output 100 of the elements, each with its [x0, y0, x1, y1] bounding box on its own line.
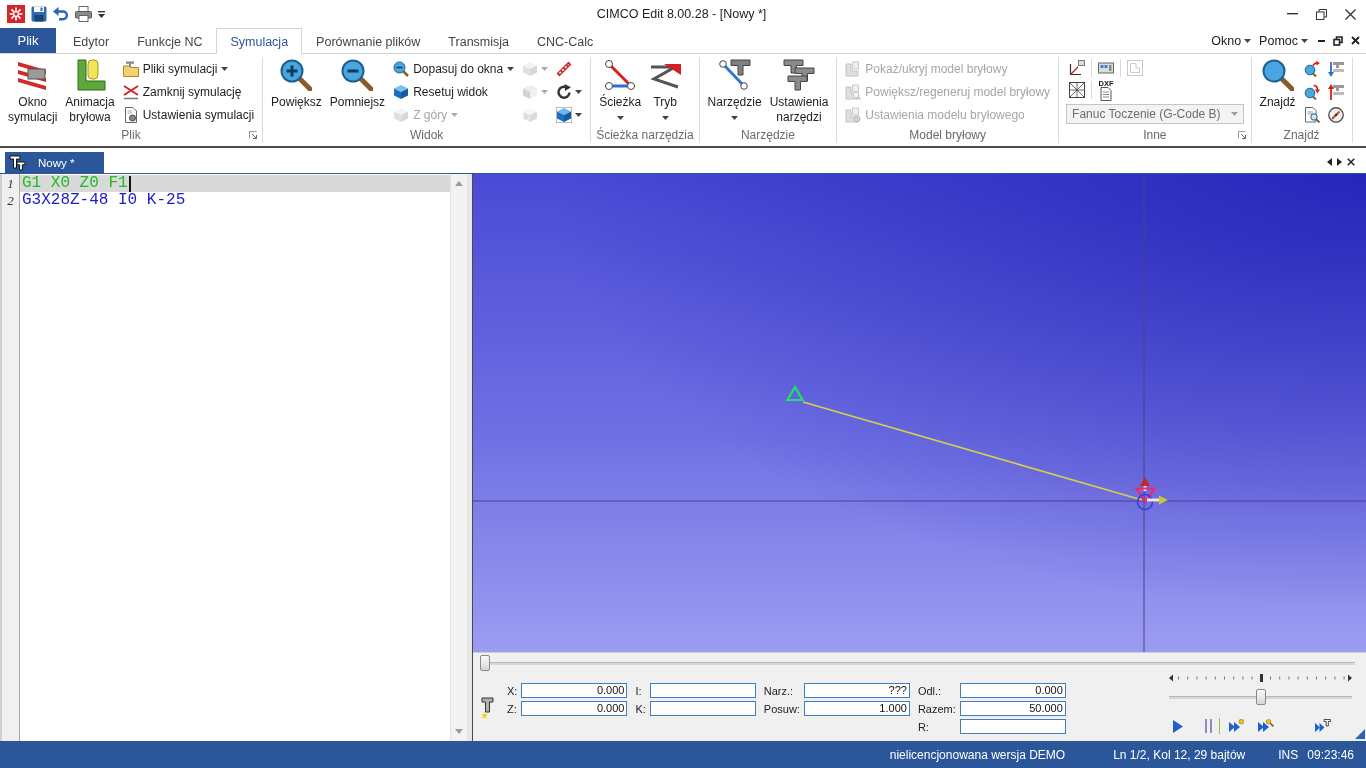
file-menu-button[interactable]: Plik	[0, 28, 56, 53]
zoom-in-icon	[280, 59, 313, 91]
ribbon-button[interactable]: Ustawienia narzędzi	[766, 57, 832, 125]
pause-icon[interactable]	[1205, 719, 1212, 733]
insert-mode: INS	[1278, 747, 1299, 762]
machine-icon[interactable]	[1098, 60, 1115, 76]
axes-icon[interactable]	[1069, 60, 1086, 76]
menu-button[interactable]: Pomoc	[1259, 33, 1308, 48]
group-label: Inne	[1143, 128, 1167, 142]
resize-grip-icon[interactable]	[1355, 729, 1365, 739]
step-forward-icon[interactable]	[1229, 719, 1244, 733]
slider-thumb[interactable]	[480, 655, 490, 671]
caret-icon	[541, 66, 549, 71]
group-label: Widok	[409, 128, 444, 142]
search-previous-icon[interactable]	[1303, 83, 1320, 100]
app-logo-icon[interactable]	[7, 5, 25, 23]
field-label: I:	[635, 684, 643, 697]
play-icon[interactable]	[1173, 719, 1183, 733]
group-label: Znajdź	[1283, 128, 1320, 142]
ribbon-tab[interactable]: Symulacja	[216, 28, 303, 54]
license-status: nielicencjonowana wersja DEMO	[889, 747, 1066, 762]
caret-icon	[1230, 112, 1238, 116]
ribbon-button[interactable]: Narzędzie	[704, 57, 765, 120]
tools-icon	[782, 59, 815, 91]
toolpath-icon	[604, 59, 637, 91]
search-next-icon[interactable]	[1303, 60, 1320, 77]
ribbon-button[interactable]: Animacja bryłowa	[62, 57, 118, 125]
caret-icon	[541, 89, 549, 94]
zoom-out-icon	[341, 59, 374, 91]
ribbon-button[interactable]: Resetuj widok	[390, 80, 518, 103]
group-label: Model bryłowy	[909, 128, 987, 142]
document-icon	[1098, 86, 1115, 101]
restore-icon[interactable]	[1316, 8, 1327, 20]
field-label: Z:	[507, 702, 518, 715]
group-label: Plik	[121, 128, 141, 142]
document-gear-icon	[122, 106, 139, 123]
menu-button[interactable]: Okno	[1211, 33, 1252, 48]
zoom-fit-icon	[393, 60, 410, 77]
speed-slider[interactable]	[1169, 689, 1352, 705]
caret-icon[interactable]	[98, 10, 105, 18]
simulation-viewport[interactable]	[473, 174, 1366, 652]
restore-icon[interactable]	[1333, 35, 1343, 46]
folder-icon	[122, 60, 139, 77]
ribbon-button[interactable]: Pomniejsz	[326, 57, 389, 110]
ribbon-button[interactable]: Powiększ	[268, 57, 325, 110]
ribbon-button[interactable]: Okno symulacji	[5, 57, 61, 125]
ribbon-tab[interactable]: CNC-Calc	[523, 28, 608, 54]
close-icon[interactable]	[1347, 157, 1355, 166]
readout-field: 50.000	[959, 701, 1066, 716]
crossed-grid-icon[interactable]	[1069, 82, 1086, 98]
group-label: Ścieżka narzędzia	[596, 128, 694, 142]
scroll-left-icon[interactable]	[1327, 157, 1332, 166]
printer-icon[interactable]	[75, 6, 92, 22]
document-tab[interactable]: Nowy *	[5, 152, 104, 173]
bookmark-down-icon[interactable]	[1327, 60, 1344, 77]
close-icon[interactable]	[1345, 8, 1356, 20]
ribbon-button[interactable]: Tryb	[646, 57, 685, 120]
undo-icon[interactable]	[53, 7, 69, 21]
ribbon-button[interactable]: Pliki symulacji	[119, 57, 258, 80]
triangle-marker-icon	[785, 384, 805, 402]
timeline-slider[interactable]	[480, 655, 1355, 671]
tool-marker-icon	[1134, 477, 1168, 511]
code-text: G1 X0 Z0 F1	[22, 175, 128, 192]
minimize-icon[interactable]	[1318, 39, 1325, 42]
save-icon[interactable]	[31, 6, 47, 22]
scroll-right-icon[interactable]	[1337, 157, 1342, 166]
document-search-icon[interactable]	[1303, 106, 1320, 123]
ribbon-button[interactable]: Dopasuj do okna	[390, 57, 518, 80]
caret-icon	[575, 112, 583, 117]
tool-icon	[718, 59, 751, 91]
ruler-icon[interactable]	[556, 60, 573, 77]
readout-field: ???	[803, 683, 910, 698]
code-text: G3X28Z-48 I0 K-25	[22, 192, 186, 209]
ribbon-tab[interactable]: Transmisja	[434, 28, 523, 54]
slider-thumb[interactable]	[1255, 689, 1266, 705]
ribbon-button[interactable]: Ścieżka	[596, 57, 645, 120]
fast-forward-icon[interactable]	[1315, 719, 1331, 733]
minimize-icon[interactable]	[1287, 13, 1298, 15]
close-icon[interactable]	[1351, 36, 1360, 45]
cube-icon	[556, 106, 573, 123]
dialog-launcher-icon[interactable]	[1237, 131, 1246, 139]
ribbon-tab[interactable]: Funkcje NC	[123, 28, 217, 54]
bookmark-up-icon[interactable]	[1327, 83, 1344, 100]
step-search-icon[interactable]	[1258, 719, 1274, 733]
dialog-launcher-icon[interactable]	[249, 131, 258, 139]
cursor-position: Ln 1/2, Kol 12, 29 bajtów	[1113, 747, 1246, 762]
ribbon-tab[interactable]: Porównanie plików	[302, 28, 435, 54]
ribbon-button[interactable]: Ustawienia symulacji	[119, 103, 258, 126]
cube-icon	[522, 60, 539, 77]
ribbon-tab[interactable]: Edytor	[59, 28, 124, 54]
field-label: Odl.:	[917, 684, 943, 697]
gauge-icon[interactable]	[1327, 106, 1344, 123]
rotate-icon	[556, 83, 573, 100]
ribbon-button[interactable]: Znajdź	[1256, 57, 1299, 110]
readout-field: 0.000	[521, 701, 628, 716]
search-icon	[1261, 59, 1294, 91]
field-label: R:	[917, 720, 930, 733]
solid-model-icon	[845, 60, 862, 77]
caret-icon	[451, 112, 459, 117]
ribbon-button[interactable]: Zamknij symulację	[119, 80, 258, 103]
